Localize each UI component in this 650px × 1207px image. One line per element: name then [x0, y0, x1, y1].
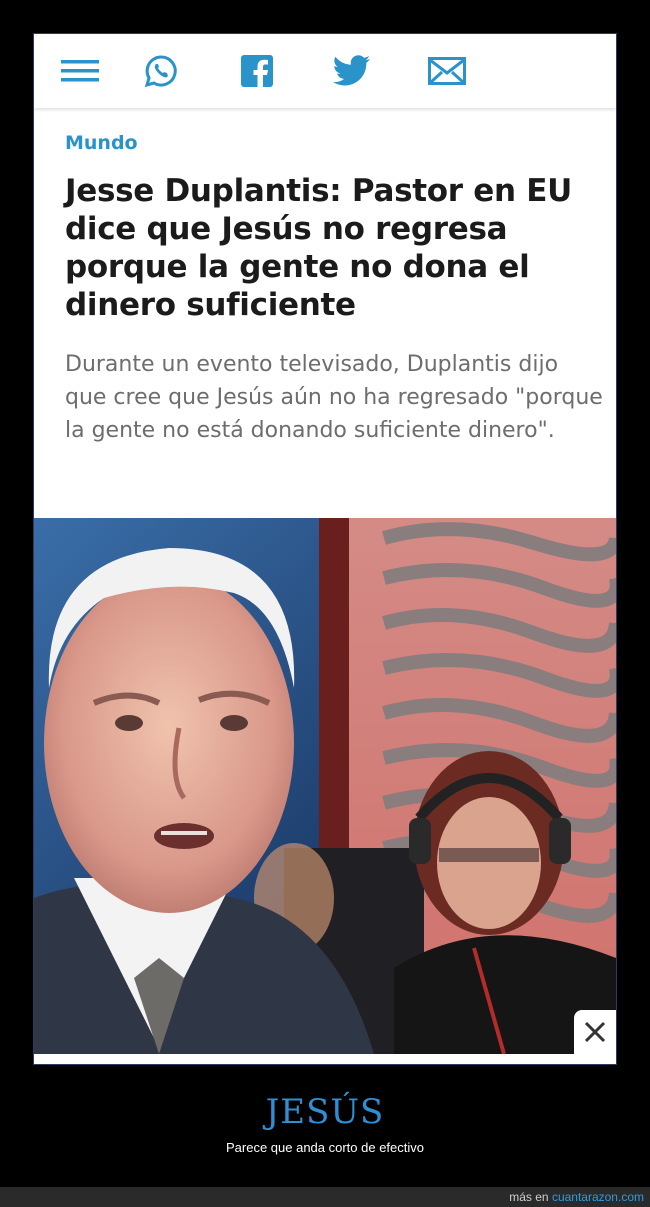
- mail-icon[interactable]: [427, 52, 467, 90]
- post-title[interactable]: JESÚS: [0, 1092, 650, 1132]
- footer-bar: más en cuantarazon.com: [0, 1187, 650, 1207]
- whatsapp-icon[interactable]: [141, 52, 181, 90]
- menu-icon[interactable]: [60, 52, 100, 90]
- post-subtitle: Parece que anda corto de efectivo: [225, 1140, 425, 1155]
- article-category[interactable]: Mundo: [65, 132, 138, 154]
- article-headline[interactable]: Jesse Duplantis: Pastor en EU dice que J…: [65, 172, 605, 324]
- close-icon: [584, 1021, 606, 1043]
- footer-prefix: más en: [509, 1190, 549, 1204]
- article-photo: [34, 518, 616, 1054]
- facebook-icon[interactable]: [237, 52, 277, 90]
- share-toolbar: [34, 34, 616, 108]
- twitter-icon[interactable]: [332, 52, 372, 90]
- article-summary: Durante un evento televisado, Duplantis …: [65, 352, 603, 443]
- article-screenshot: Mundo Jesse Duplantis: Pastor en EU dice…: [33, 33, 617, 1065]
- footer-site-link[interactable]: cuantarazon.com: [552, 1190, 644, 1204]
- footer-text: más en cuantarazon.com: [509, 1190, 644, 1204]
- close-button[interactable]: [574, 1010, 616, 1054]
